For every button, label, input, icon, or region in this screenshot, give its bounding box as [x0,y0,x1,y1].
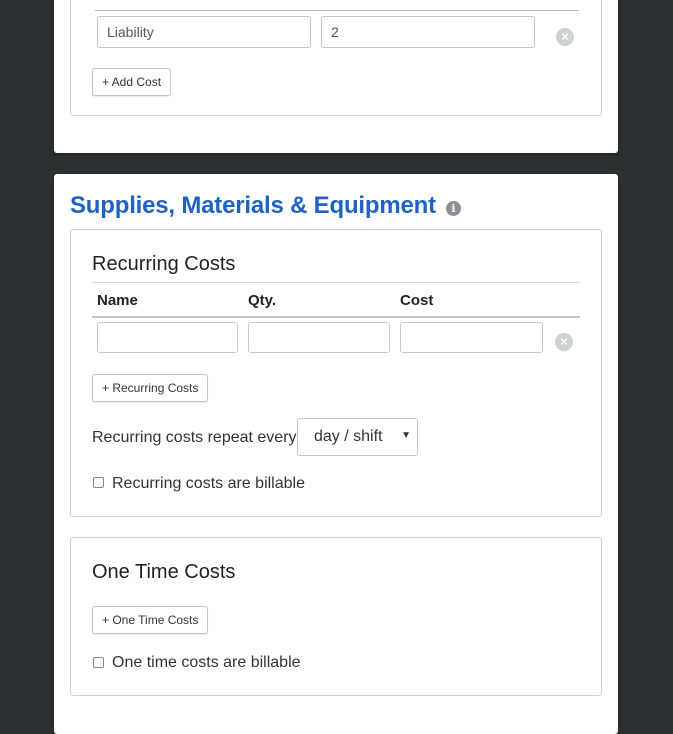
cost-qty-value: 2 [331,24,339,40]
column-header-name: Name [97,292,138,309]
repeat-interval-select[interactable]: day / shift ▼ [297,418,418,456]
costs-card: Liability 2 × + Add Cost [54,0,618,153]
one-time-costs-panel: One Time Costs + One Time Costs One time… [70,537,602,696]
add-recurring-costs-label: + Recurring Costs [102,381,199,395]
supplies-card: Supplies, Materials & Equipment i Recurr… [54,174,618,734]
column-header-qty: Qty. [248,292,277,309]
cost-name-input[interactable]: Liability [97,16,311,48]
add-one-time-costs-label: + One Time Costs [102,613,199,627]
recurring-costs-title: Recurring Costs [92,253,236,275]
recurring-costs-panel: Recurring Costs Name Qty. Cost × + Recur… [70,229,602,517]
recurring-billable-label: Recurring costs are billable [112,475,305,492]
recurring-cost-input[interactable] [400,322,543,353]
table-divider [95,10,579,11]
one-time-billable-label: One time costs are billable [112,654,301,671]
repeat-label: Recurring costs repeat every [92,429,297,446]
recurring-name-input[interactable] [97,322,238,353]
header-top-divider [92,282,580,283]
section-title-text: Supplies, Materials & Equipment [70,192,436,219]
cost-name-value: Liability [107,24,154,40]
section-title: Supplies, Materials & Equipment [70,192,436,220]
recurring-billable-checkbox[interactable] [93,477,104,488]
one-time-costs-title: One Time Costs [92,561,236,583]
one-time-billable-checkbox[interactable] [93,657,104,668]
add-one-time-costs-button[interactable]: + One Time Costs [92,606,209,634]
close-circle-icon[interactable]: × [555,333,573,351]
header-bottom-divider [92,316,580,318]
info-circle-icon[interactable]: i [446,201,461,216]
column-header-cost: Cost [400,292,434,309]
add-recurring-costs-button[interactable]: + Recurring Costs [92,374,209,402]
recurring-qty-input[interactable] [248,322,390,353]
add-cost-button[interactable]: + Add Cost [92,68,172,96]
close-circle-icon[interactable]: × [556,28,574,46]
caret-down-icon: ▼ [401,430,411,441]
cost-qty-input[interactable]: 2 [321,16,535,48]
costs-panel: Liability 2 × + Add Cost [70,0,602,116]
repeat-interval-value: day / shift [314,428,383,445]
add-cost-label: + Add Cost [102,75,162,89]
